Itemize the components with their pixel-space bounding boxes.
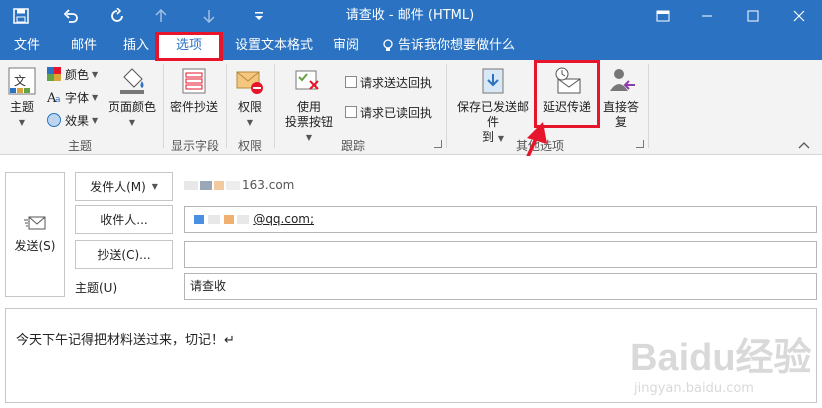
undo-icon[interactable] (58, 0, 84, 32)
dialog-launcher-icon[interactable] (434, 140, 442, 148)
maximize-icon[interactable] (730, 0, 776, 32)
chevron-down-icon: ▼ (92, 92, 99, 102)
theme-icon: 文 (8, 67, 36, 95)
tab-insert[interactable]: 插入 (112, 32, 160, 60)
effects-button[interactable]: 效果 ▼ (46, 110, 98, 130)
collapse-ribbon-icon[interactable] (798, 138, 812, 150)
message-body[interactable]: 今天下午记得把材料送过来，切记！↵ (5, 308, 817, 403)
delay-delivery-label: 延迟传递 (542, 100, 591, 114)
voting-icon (295, 70, 319, 90)
delay-delivery-button[interactable]: 延迟传递 (538, 65, 596, 115)
window-title: 请查收 - 邮件 (HTML) (345, 8, 475, 23)
paint-bucket-icon (120, 68, 144, 94)
cc-button[interactable]: 抄送(C)... (75, 240, 173, 269)
delivery-receipt-label: 请求送达回执 (360, 75, 433, 90)
minimize-icon[interactable] (684, 0, 730, 32)
clock-mail-icon (555, 67, 581, 94)
voting-label-2: 投票按钮 (284, 115, 333, 129)
from-button[interactable]: 发件人(M) ▼ (75, 172, 173, 201)
checkbox-icon[interactable] (345, 106, 357, 118)
save-icon[interactable] (8, 0, 34, 32)
tab-format-text[interactable]: 设置文本格式 (226, 32, 322, 60)
permission-group-label: 权限 (237, 139, 262, 153)
show-fields-group-label: 显示字段 (170, 139, 219, 153)
chevron-down-icon: ▼ (128, 118, 136, 127)
chevron-down-icon: ▼ (246, 118, 254, 127)
page-color-label: 页面颜色 (107, 100, 156, 114)
permission-label: 权限 (237, 100, 262, 114)
svg-text:a: a (55, 95, 61, 105)
group-divider (226, 64, 227, 148)
cc-field[interactable] (184, 241, 817, 268)
svg-text:文: 文 (14, 73, 26, 88)
bcc-list-icon (182, 68, 206, 94)
arrow-down-icon[interactable] (198, 0, 220, 32)
from-label: 发件人(M) (90, 180, 146, 194)
bcc-button[interactable]: 密件抄送 (166, 65, 222, 115)
theme-group-label: 主题 (67, 139, 92, 153)
theme-label: 主题 (9, 100, 34, 114)
lightbulb-icon (383, 39, 393, 51)
effects-icon (47, 113, 61, 127)
group-divider (274, 64, 275, 148)
reply-person-icon (610, 69, 635, 91)
send-button[interactable]: 发送(S) (5, 172, 65, 297)
send-label: 发送(S) (14, 239, 56, 253)
checkbox-icon[interactable] (345, 76, 357, 88)
from-value: 163.com (184, 178, 294, 192)
fonts-button[interactable]: Aa 字体 ▼ (46, 87, 98, 107)
tracking-group-label: 跟踪 (340, 139, 365, 153)
tab-review[interactable]: 审阅 (326, 32, 366, 60)
close-icon[interactable] (776, 0, 822, 32)
color-grid-icon (47, 67, 61, 81)
voting-buttons-button[interactable]: 使用 投票按钮 ▼ (278, 65, 340, 145)
direct-replies-label: 直接答复 (602, 100, 639, 129)
effects-label: 效果 (65, 113, 90, 128)
save-sent-icon (482, 68, 504, 94)
redo-icon[interactable] (104, 0, 130, 32)
subject-field[interactable]: 请查收 (184, 273, 817, 300)
chevron-down-icon: ▼ (151, 182, 158, 191)
delivery-receipt-checkbox[interactable]: 请求送达回执 (345, 72, 432, 92)
send-mail-icon (24, 216, 46, 230)
from-address: 163.com (242, 178, 295, 192)
tell-me-search[interactable]: 告诉我你想要做什么 (382, 32, 532, 60)
read-receipt-label: 请求已读回执 (360, 105, 433, 120)
arrow-up-icon[interactable] (150, 0, 172, 32)
colors-button[interactable]: 颜色 ▼ (46, 64, 98, 84)
direct-replies-button[interactable]: 直接答复 (598, 65, 644, 130)
to-field[interactable]: @qq.com; (184, 206, 817, 233)
group-divider (446, 64, 447, 148)
chevron-down-icon: ▼ (92, 115, 99, 125)
dialog-launcher-icon[interactable] (636, 140, 644, 148)
chevron-down-icon: ▼ (305, 133, 313, 142)
page-color-button[interactable]: 页面颜色 ▼ (104, 65, 160, 130)
voting-label-1: 使用 (296, 100, 321, 114)
tell-me-label: 告诉我你想要做什么 (398, 38, 516, 53)
theme-button[interactable]: 文 主题 ▼ (4, 65, 40, 130)
to-address[interactable]: @qq.com; (253, 212, 314, 226)
ribbon-tabs: 文件 邮件 插入 选项 设置文本格式 审阅 告诉我你想要做什么 (0, 32, 822, 62)
compose-area: 发送(S) 发件人(M) ▼ 163.com 收件人... @qq.com; 抄… (0, 156, 822, 408)
to-button[interactable]: 收件人... (75, 205, 173, 234)
fonts-label: 字体 (65, 90, 90, 105)
group-divider (163, 64, 164, 148)
group-divider (648, 64, 649, 148)
read-receipt-checkbox[interactable]: 请求已读回执 (345, 102, 432, 122)
colors-label: 颜色 (65, 67, 90, 82)
ribbon: 文 主题 ▼ 颜色 ▼ Aa 字体 ▼ 效果 ▼ 页面颜色 ▼ 主题 密件抄送 … (0, 60, 822, 155)
tab-options[interactable]: 选项 (156, 32, 222, 62)
title-bar: 请查收 - 邮件 (HTML) (0, 0, 822, 32)
chevron-down-icon: ▼ (18, 118, 26, 127)
tab-file[interactable]: 文件 (0, 32, 54, 60)
font-icon: Aa (46, 91, 61, 105)
bcc-label: 密件抄送 (169, 100, 218, 114)
customize-toolbar-icon[interactable] (250, 0, 268, 32)
ribbon-display-icon[interactable] (640, 0, 686, 32)
chevron-down-icon: ▼ (92, 69, 99, 79)
restricted-mail-icon (236, 71, 263, 94)
subject-label: 主题(U) (75, 281, 118, 295)
permission-button[interactable]: 权限 ▼ (230, 65, 270, 130)
tab-mail[interactable]: 邮件 (58, 32, 110, 60)
